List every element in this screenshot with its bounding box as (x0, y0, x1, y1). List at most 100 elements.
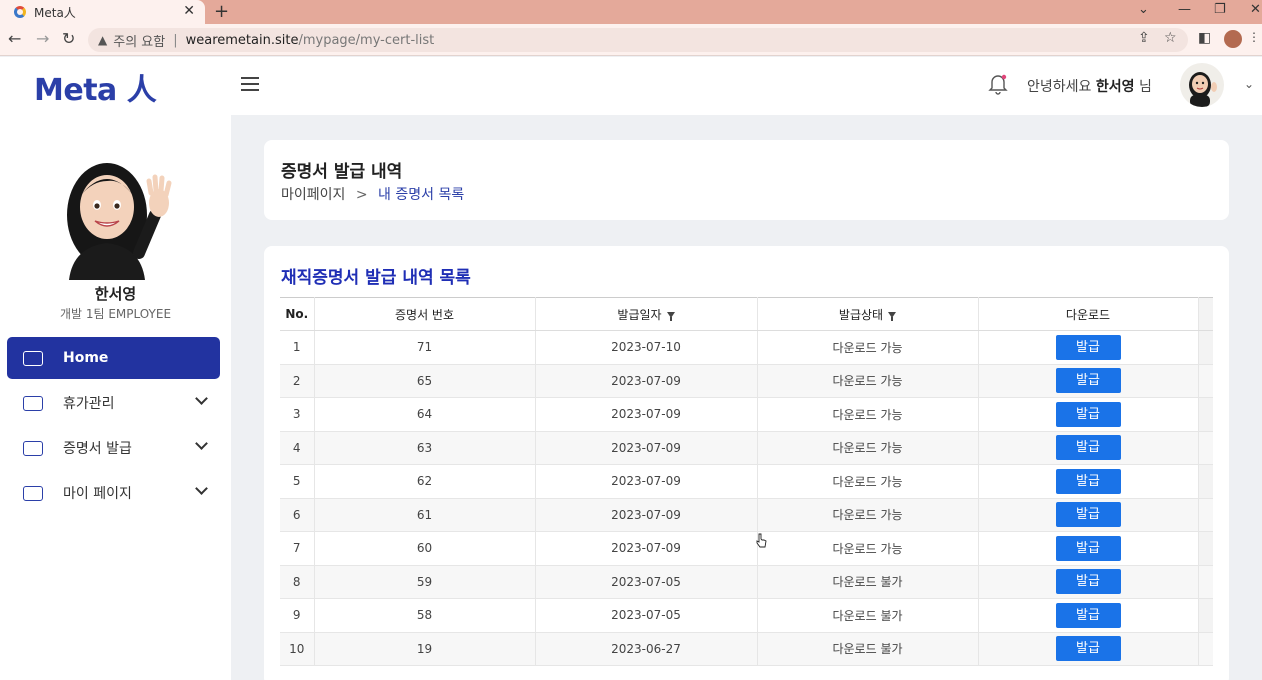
issue-button[interactable]: 발급 (1055, 602, 1121, 628)
tab-search-icon[interactable]: ⌄ (1138, 2, 1149, 17)
filter-icon[interactable] (888, 312, 897, 321)
chat-icon (23, 350, 43, 366)
bookmark-star-icon[interactable]: ☆ (1164, 30, 1177, 46)
window-close-icon[interactable]: ✕ (1250, 2, 1261, 17)
certificate-table: No. 증명서 번호 발급일자 발급상태 다운로드 1 71 2023-07-10 다… (280, 297, 1213, 666)
chevron-down-icon (195, 482, 208, 495)
share-icon[interactable]: ⇪ (1138, 30, 1150, 46)
cell-download: 발급 (978, 632, 1199, 666)
sidebar-item-mypage[interactable]: 마이 페이지 (7, 472, 220, 514)
cell-download: 발급 (978, 498, 1199, 532)
cell-date: 2023-07-05 (535, 598, 758, 633)
table-scrollbar-track[interactable] (1198, 330, 1213, 365)
cell-status: 다운로드 가능 (757, 498, 979, 532)
filter-icon[interactable] (666, 312, 675, 321)
issue-button[interactable]: 발급 (1055, 468, 1121, 494)
url-host: wearemetain.site (185, 32, 299, 48)
issue-button[interactable]: 발급 (1055, 334, 1121, 360)
minimize-icon[interactable]: — (1178, 2, 1191, 17)
reload-icon[interactable]: ↻ (62, 29, 75, 48)
column-header-status[interactable]: 발급상태 (757, 297, 979, 331)
cell-status: 다운로드 가능 (757, 531, 979, 566)
new-tab-icon[interactable]: + (214, 1, 229, 22)
issue-button[interactable]: 발급 (1055, 435, 1121, 461)
table-scrollbar-track[interactable] (1198, 498, 1213, 532)
app-header: Meta 人 안녕하세요 한서영 님 ⌄ (0, 57, 1262, 115)
hamburger-menu-icon[interactable] (241, 77, 259, 91)
sidepanel-icon[interactable]: ◧ (1198, 30, 1211, 46)
sidebar-item-home[interactable]: Home (7, 337, 220, 379)
sidebar-item-label: 휴가관리 (63, 396, 115, 412)
cell-no: 3 (280, 397, 315, 432)
cell-status: 다운로드 불가 (757, 565, 979, 599)
cell-status: 다운로드 가능 (757, 364, 979, 398)
certificate-list-card: 재직증명서 발급 내역 목록 No. 증명서 번호 발급일자 발급상태 다운로드… (264, 246, 1229, 680)
header-avatar[interactable] (1180, 63, 1224, 107)
cell-serial: 60 (314, 531, 536, 566)
security-warning-label: 주의 요함 (113, 34, 166, 50)
browser-profile-avatar[interactable] (1224, 30, 1242, 48)
cell-date: 2023-07-09 (535, 531, 758, 566)
table-scrollbar-track[interactable] (1198, 531, 1213, 566)
sidebar-item-certificate[interactable]: 증명서 발급 (7, 427, 220, 469)
table-scrollbar-track[interactable] (1198, 565, 1213, 599)
cell-serial: 58 (314, 598, 536, 633)
user-menu-chevron-icon[interactable]: ⌄ (1244, 77, 1254, 91)
restore-icon[interactable]: ❐ (1214, 2, 1226, 17)
greeting-suffix: 님 (1138, 79, 1152, 95)
cell-serial: 59 (314, 565, 536, 599)
cell-download: 발급 (978, 598, 1199, 633)
mouse-cursor-icon (756, 533, 767, 548)
table-scrollbar-track[interactable] (1198, 464, 1213, 499)
cell-serial: 62 (314, 464, 536, 499)
table-scrollbar-track[interactable] (1198, 632, 1213, 666)
table-scrollbar-track[interactable] (1198, 598, 1213, 633)
sidebar-item-vacation[interactable]: 휴가관리 (7, 382, 220, 424)
app-logo[interactable]: Meta 人 (34, 65, 157, 109)
column-header-status-label: 발급상태 (838, 307, 884, 322)
breadcrumb-root[interactable]: 마이페이지 (281, 187, 345, 203)
issue-button[interactable]: 발급 (1055, 368, 1121, 394)
table-row: 1 71 2023-07-10 다운로드 가능 발급 (280, 330, 1213, 365)
table-row: 10 19 2023-06-27 다운로드 불가 발급 (280, 632, 1213, 666)
notification-bell-icon[interactable] (988, 73, 1008, 95)
cell-status: 다운로드 가능 (757, 431, 979, 465)
cell-download: 발급 (978, 397, 1199, 432)
issue-button[interactable]: 발급 (1055, 569, 1121, 595)
cell-download: 발급 (978, 565, 1199, 599)
address-bar[interactable]: ▲ 주의 요함 | wearemetain.site /mypage/my-ce… (88, 28, 1188, 52)
issue-button[interactable]: 발급 (1055, 535, 1121, 561)
cell-no: 6 (280, 498, 315, 532)
back-icon[interactable]: ← (8, 29, 21, 48)
browser-menu-icon[interactable]: ⋮ (1248, 30, 1260, 44)
breadcrumb-current[interactable]: 내 증명서 목록 (378, 187, 464, 203)
issue-button[interactable]: 발급 (1055, 401, 1121, 427)
table-row: 7 60 2023-07-09 다운로드 가능 발급 (280, 531, 1213, 566)
column-header-serial: 증명서 번호 (314, 297, 536, 331)
breadcrumb: 마이페이지 > 내 증명서 목록 (281, 184, 464, 204)
forward-icon[interactable]: → (36, 29, 49, 48)
browser-tab[interactable]: Meta人 ✕ (0, 0, 205, 24)
tab-title: Meta人 (34, 5, 76, 20)
issue-button[interactable]: 발급 (1055, 502, 1121, 528)
sidebar-user-name: 한서영 (94, 285, 137, 303)
cell-status: 다운로드 불가 (757, 632, 979, 666)
profile-avatar (67, 163, 172, 280)
issue-button[interactable]: 발급 (1055, 636, 1121, 662)
cell-date: 2023-07-10 (535, 330, 758, 365)
browser-tabstrip: Meta人 ✕ + ⌄ — ❐ ✕ (0, 0, 1262, 24)
cell-no: 5 (280, 464, 315, 499)
table-scrollbar-track[interactable] (1198, 364, 1213, 398)
column-header-date[interactable]: 발급일자 (535, 297, 758, 331)
table-scrollbar-track[interactable] (1198, 431, 1213, 465)
table-scrollbar[interactable] (1198, 297, 1213, 331)
cell-serial: 61 (314, 498, 536, 532)
tablet-icon (23, 440, 43, 456)
warning-icon[interactable]: ▲ (98, 33, 107, 47)
favicon-icon (14, 6, 26, 18)
table-scrollbar-track[interactable] (1198, 397, 1213, 432)
close-tab-icon[interactable]: ✕ (183, 3, 195, 19)
cell-date: 2023-07-09 (535, 364, 758, 398)
cell-no: 2 (280, 364, 315, 398)
table-row: 8 59 2023-07-05 다운로드 불가 발급 (280, 565, 1213, 599)
